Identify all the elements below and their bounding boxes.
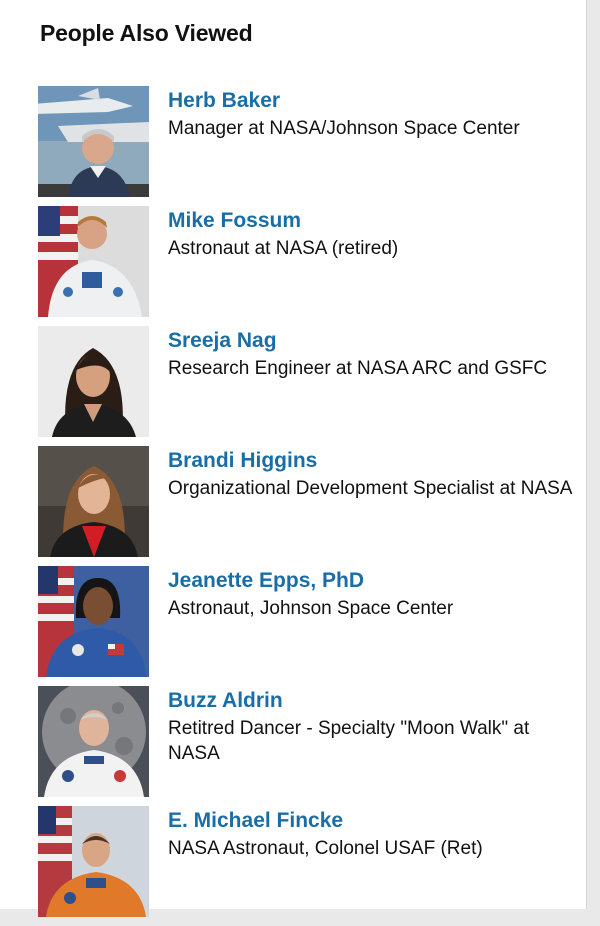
astronaut-photo-icon (38, 806, 149, 917)
person-title: Organizational Development Specialist at… (168, 478, 573, 499)
person-info: Brandi Higgins Organizational Developmen… (168, 447, 573, 501)
section-heading: People Also Viewed (40, 20, 253, 46)
list-item: Buzz Aldrin Retitred Dancer - Specialty … (38, 686, 578, 806)
person-name-link[interactable]: E. Michael Fincke (168, 807, 573, 834)
list-item: Sreeja Nag Research Engineer at NASA ARC… (38, 326, 578, 446)
profile-photo[interactable] (38, 446, 149, 557)
list-item: Jeanette Epps, PhD Astronaut, Johnson Sp… (38, 566, 578, 686)
person-title: Retitred Dancer - Specialty "Moon Walk" … (168, 718, 530, 764)
person-name-link[interactable]: Buzz Aldrin (168, 687, 573, 714)
list-item: E. Michael Fincke NASA Astronaut, Colone… (38, 806, 578, 926)
people-list: Herb Baker Manager at NASA/Johnson Space… (38, 86, 578, 926)
profile-photo[interactable] (38, 326, 149, 437)
person-info: Jeanette Epps, PhD Astronaut, Johnson Sp… (168, 567, 573, 621)
profile-photo[interactable] (38, 86, 149, 197)
person-name-link[interactable]: Brandi Higgins (168, 447, 573, 474)
person-photo-icon (38, 86, 149, 197)
list-item: Brandi Higgins Organizational Developmen… (38, 446, 578, 566)
person-info: Sreeja Nag Research Engineer at NASA ARC… (168, 327, 573, 381)
people-also-viewed-panel: People Also Viewed Herb Baker Manager at… (0, 0, 587, 917)
profile-photo[interactable] (38, 686, 149, 797)
person-title: Astronaut at NASA (retired) (168, 238, 399, 259)
person-name-link[interactable]: Mike Fossum (168, 207, 573, 234)
person-title: Astronaut, Johnson Space Center (168, 598, 454, 619)
profile-photo[interactable] (38, 806, 149, 917)
person-name-link[interactable]: Herb Baker (168, 87, 573, 114)
person-info: Herb Baker Manager at NASA/Johnson Space… (168, 87, 573, 141)
person-info: E. Michael Fincke NASA Astronaut, Colone… (168, 807, 573, 861)
profile-photo[interactable] (38, 206, 149, 317)
list-item: Mike Fossum Astronaut at NASA (retired) (38, 206, 578, 326)
person-info: Mike Fossum Astronaut at NASA (retired) (168, 207, 573, 261)
person-info: Buzz Aldrin Retitred Dancer - Specialty … (168, 687, 573, 766)
person-photo-icon (38, 326, 149, 437)
person-name-link[interactable]: Sreeja Nag (168, 327, 573, 354)
person-photo-icon (38, 446, 149, 557)
person-title: Manager at NASA/Johnson Space Center (168, 118, 520, 139)
profile-photo[interactable] (38, 566, 149, 677)
astronaut-photo-icon (38, 206, 149, 317)
list-item: Herb Baker Manager at NASA/Johnson Space… (38, 86, 578, 206)
person-title: NASA Astronaut, Colonel USAF (Ret) (168, 838, 483, 859)
person-title: Research Engineer at NASA ARC and GSFC (168, 358, 548, 379)
astronaut-photo-icon (38, 686, 149, 797)
person-name-link[interactable]: Jeanette Epps, PhD (168, 567, 573, 594)
astronaut-photo-icon (38, 566, 149, 677)
